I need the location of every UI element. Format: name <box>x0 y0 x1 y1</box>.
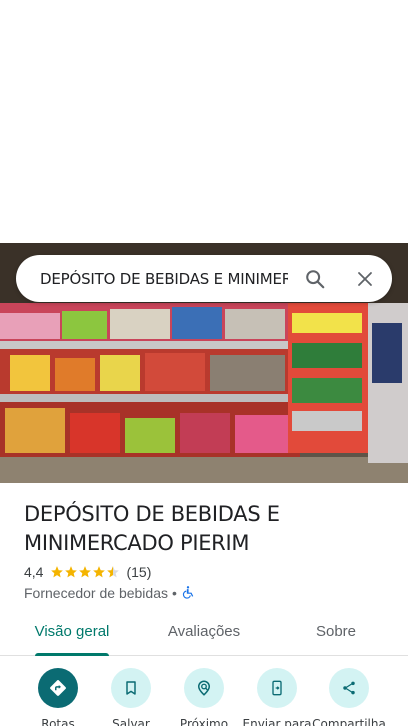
nearby-button[interactable]: Próximo <box>163 668 245 726</box>
action-buttons: Rotas Salvar Próximo Enviar para Compart… <box>0 668 408 726</box>
nearby-icon <box>184 668 224 708</box>
close-icon[interactable] <box>352 266 378 292</box>
share-button[interactable]: Compartilha <box>308 668 390 726</box>
place-title: DEPÓSITO DE BEBIDAS E MINIMERCADO PIERIM <box>24 502 280 555</box>
directions-icon <box>38 668 78 708</box>
active-tab-indicator <box>35 653 109 656</box>
map-area[interactable] <box>0 0 408 243</box>
tab-overview[interactable]: Visão geral <box>24 610 120 656</box>
rating-row[interactable]: 4,4 (15) <box>24 563 151 581</box>
place-tabs: Visão geral Avaliações Sobre <box>0 610 408 656</box>
search-input[interactable]: DEPÓSITO DE BEBIDAS E MINIMERC <box>40 270 288 288</box>
separator-dot: • <box>172 585 177 601</box>
share-icon <box>329 668 369 708</box>
save-button[interactable]: Salvar <box>90 668 172 726</box>
send-to-phone-label: Enviar para <box>242 717 312 726</box>
half-star-icon <box>106 565 120 579</box>
nearby-label: Próximo <box>179 717 229 726</box>
rating-stars <box>50 565 120 579</box>
directions-label: Rotas <box>41 717 75 726</box>
directions-button[interactable]: Rotas <box>17 668 99 726</box>
bookmark-icon <box>111 668 151 708</box>
save-label: Salvar <box>112 717 150 726</box>
place-category: Fornecedor de bebidas <box>24 585 168 601</box>
rating-value: 4,4 <box>24 564 44 580</box>
share-label: Compartilha <box>312 717 386 726</box>
wheelchair-icon <box>181 585 195 602</box>
star-icon <box>92 565 106 579</box>
send-to-phone-button[interactable]: Enviar para <box>236 668 318 726</box>
tab-about[interactable]: Sobre <box>296 610 376 656</box>
send-to-phone-icon <box>257 668 297 708</box>
tab-reviews[interactable]: Avaliações <box>156 610 252 656</box>
category-row: Fornecedor de bebidas • <box>24 584 195 602</box>
star-icon <box>78 565 92 579</box>
star-icon <box>64 565 78 579</box>
star-icon <box>50 565 64 579</box>
search-icon[interactable] <box>302 266 328 292</box>
search-bar[interactable]: DEPÓSITO DE BEBIDAS E MINIMERC <box>16 255 392 302</box>
review-count[interactable]: (15) <box>126 564 151 580</box>
